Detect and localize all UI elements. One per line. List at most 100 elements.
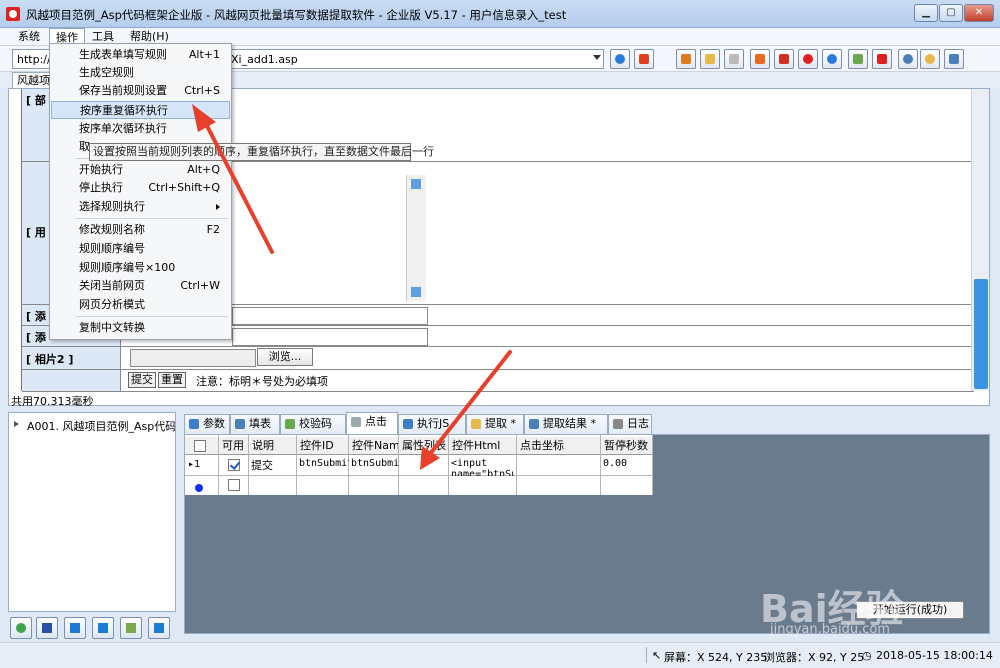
url-dropdown-icon[interactable] <box>593 55 601 60</box>
add-icon[interactable] <box>10 617 32 639</box>
row-marker: ▸1 <box>188 459 201 470</box>
export-icon[interactable] <box>120 617 142 639</box>
tab-label: 执行JS <box>417 417 450 430</box>
dd-label: 保存当前规则设置 <box>79 84 167 97</box>
dd-start[interactable]: 开始执行 Alt+Q <box>51 161 230 179</box>
grid-column <box>399 435 449 495</box>
minimize-button[interactable]: ▁ <box>914 4 938 22</box>
tab-params[interactable]: 参数 <box>184 414 230 434</box>
dd-stop[interactable]: 停止执行 Ctrl+Shift+Q <box>51 179 230 197</box>
browse-button[interactable]: 浏览... <box>257 348 313 366</box>
click-rules-grid: 可用 说明 控件ID 控件Name 属性列表 控件Html 点击坐标 暂停秒数 … <box>185 435 653 495</box>
textarea-scrollbar[interactable] <box>406 175 426 301</box>
dd-label: 修改规则名称 <box>79 223 145 236</box>
submit-button[interactable]: 提交 <box>128 372 156 388</box>
dd-single-loop[interactable]: 按序单次循环执行 <box>51 120 230 138</box>
delete-icon[interactable] <box>872 49 892 69</box>
folder-icon[interactable] <box>700 49 720 69</box>
settings-icon[interactable] <box>898 49 918 69</box>
tab-label: 提取 * <box>485 417 516 430</box>
add2-input[interactable] <box>232 328 428 346</box>
window-icon[interactable] <box>944 49 964 69</box>
refresh-icon[interactable] <box>634 49 654 69</box>
tab-captcha[interactable]: 校验码 <box>280 414 346 434</box>
dd-shortcut: Ctrl+Shift+Q <box>148 181 220 194</box>
extract-icon <box>471 419 481 429</box>
operation-dropdown: 生成表单填写规则 Alt+1 生成空规则 保存当前规则设置 Ctrl+S 按序重复循… <box>49 43 232 340</box>
dd-repeat-loop[interactable]: 按序重复循环执行 <box>51 101 230 119</box>
dd-save-rules[interactable]: 保存当前规则设置 Ctrl+S <box>51 82 230 100</box>
enabled-checkbox[interactable] <box>228 459 240 471</box>
new-row-checkbox[interactable] <box>228 479 240 491</box>
status-bar: ↖ 屏幕：X 524, Y 235 浏览器：X 92, Y 25 ◷ 2018-… <box>0 642 1000 668</box>
status-separator <box>646 647 647 663</box>
cell-pause: 0.00 <box>603 458 628 469</box>
menu-system[interactable]: 系统 <box>12 28 46 46</box>
dd-analysis-mode[interactable]: 网页分析模式 <box>51 296 230 314</box>
browser-icon[interactable] <box>822 49 842 69</box>
click-icon <box>351 417 361 427</box>
dd-rule-order[interactable]: 规则顺序编号 <box>51 240 230 258</box>
close-button[interactable]: ✕ <box>964 4 994 22</box>
clock-icon: ◷ <box>862 649 872 662</box>
tab-label: 点击 <box>365 415 387 428</box>
captcha-icon <box>285 419 295 429</box>
dd-copy-convert[interactable]: 复制中文转换 <box>51 319 230 337</box>
tab-fill[interactable]: 填表 <box>230 414 280 434</box>
dd-shortcut: Ctrl+W <box>180 279 220 292</box>
tree-item-a001[interactable]: A001. 风越项目范例_Asp代码框架 <box>27 418 175 434</box>
tab-log[interactable]: 日志 <box>608 414 652 434</box>
dd-label: 停止执行 <box>79 181 123 194</box>
ie-icon[interactable] <box>610 49 630 69</box>
menu-tooltip: 设置按照当前规则列表的顺序，重复循环执行，直至数据文件最后一行 <box>89 143 434 161</box>
zoom-icon[interactable] <box>920 49 940 69</box>
tab-label: 提取结果 * <box>543 417 596 430</box>
home-icon[interactable] <box>676 49 696 69</box>
tab-extract[interactable]: 提取 * <box>466 414 524 434</box>
dd-label: 生成空规则 <box>79 66 134 79</box>
dd-label: 开始执行 <box>79 163 123 176</box>
row-divider <box>22 346 974 347</box>
reset-button[interactable]: 重置 <box>158 372 186 388</box>
title-bar: 风越项目范例_Asp代码框架企业版 - 风越网页批量填写数据提取软件 - 企业版… <box>0 0 1000 28</box>
stop-icon[interactable] <box>798 49 818 69</box>
window-title: 风越项目范例_Asp代码框架企业版 - 风越网页批量填写数据提取软件 - 企业版… <box>26 8 567 22</box>
scrollbar-thumb[interactable] <box>974 279 988 389</box>
app-icon <box>6 7 20 21</box>
browser-scrollbar[interactable] <box>971 89 989 391</box>
save-icon[interactable] <box>36 617 58 639</box>
tab-click[interactable]: 点击 <box>346 412 398 434</box>
js-icon <box>403 419 413 429</box>
back-icon[interactable] <box>724 49 744 69</box>
add1-input[interactable] <box>232 307 428 325</box>
dd-label: 规则顺序编号×100 <box>79 261 176 274</box>
photo-file-input[interactable] <box>130 349 256 367</box>
cell-id: btnSubmit <box>299 458 349 469</box>
maximize-button[interactable]: ▢ <box>939 4 963 22</box>
play-icon[interactable] <box>64 617 86 639</box>
forward-icon[interactable] <box>750 49 770 69</box>
dd-empty-rule[interactable]: 生成空规则 <box>51 64 230 82</box>
scroll-down-icon[interactable] <box>411 287 421 297</box>
tree-expand-icon[interactable] <box>14 421 19 427</box>
new-row-icon <box>195 484 203 492</box>
log-icon <box>613 419 623 429</box>
tab-label: 校验码 <box>299 417 332 430</box>
label-photo: [ 相片2 ] <box>22 347 120 369</box>
help-icon[interactable] <box>148 617 170 639</box>
dd-rule-order-100[interactable]: 规则顺序编号×100 <box>51 259 230 277</box>
scroll-up-icon[interactable] <box>411 179 421 189</box>
dd-select-rule[interactable]: 选择规则执行 <box>51 198 230 216</box>
dd-rename-rule[interactable]: 修改规则名称 F2 <box>51 221 230 239</box>
dd-generate-rules[interactable]: 生成表单填写规则 Alt+1 <box>51 46 230 64</box>
tab-extract-result[interactable]: 提取结果 * <box>524 414 608 434</box>
rule-tree: A001. 风越项目范例_Asp代码框架 <box>8 412 176 612</box>
pause-icon[interactable] <box>92 617 114 639</box>
dd-close-page[interactable]: 关闭当前网页 Ctrl+W <box>51 277 230 295</box>
tools-icon[interactable] <box>848 49 868 69</box>
cell-name: btnSubmit <box>351 458 399 469</box>
dd-label: 按序单次循环执行 <box>79 122 167 135</box>
reload-icon[interactable] <box>774 49 794 69</box>
tab-exec-js[interactable]: 执行JS <box>398 414 466 434</box>
tab-label: 日志 <box>627 417 649 430</box>
